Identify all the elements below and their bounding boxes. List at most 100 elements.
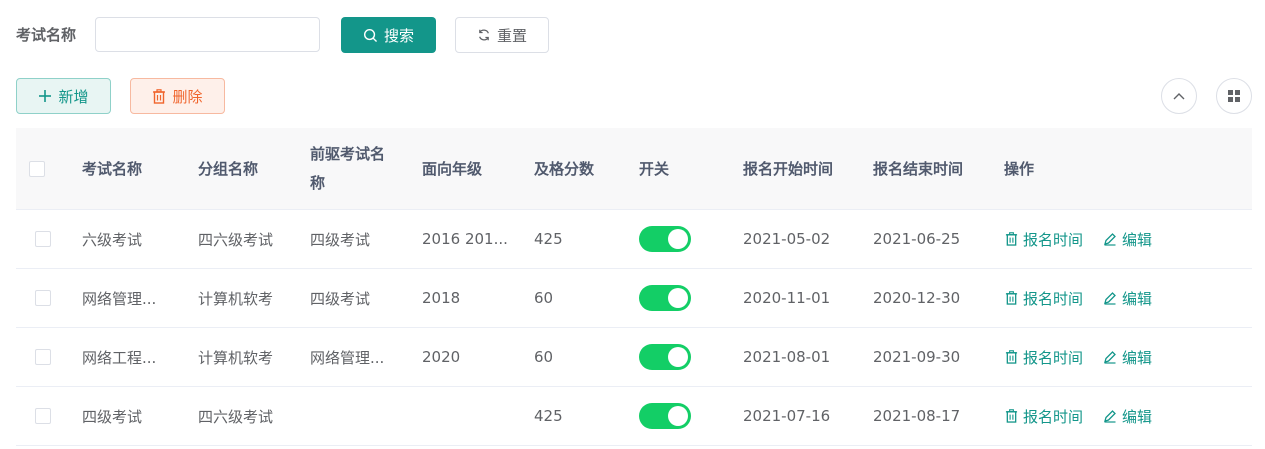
switch-cell: [639, 210, 691, 268]
table-row: 网络工程... 计算机软考 网络管理... 2020 60 2021-08-01 2021-…: [16, 328, 1252, 387]
registration-time-link[interactable]: 报名时间: [1005, 406, 1083, 427]
cell-prev-exam: 网络管理...: [310, 348, 385, 367]
exam-name-search-input[interactable]: [95, 17, 320, 52]
actions-cell: 报名时间 编辑: [1005, 269, 1152, 327]
enable-switch[interactable]: [639, 344, 691, 370]
pencil-icon: [1103, 291, 1117, 305]
header-pass-score[interactable]: 及格分数: [534, 128, 594, 209]
cell-grade: 2018: [422, 289, 461, 307]
pencil-icon: [1103, 232, 1117, 246]
cell-prev-exam: 四级考试: [310, 289, 371, 308]
registration-time-label: 报名时间: [1023, 230, 1084, 249]
column-settings-button[interactable]: [1216, 78, 1252, 114]
cell-exam-name: 四级考试: [82, 407, 143, 426]
collapse-search-button[interactable]: [1161, 78, 1197, 114]
cell-grade: 2020: [422, 348, 461, 366]
registration-time-link[interactable]: 报名时间: [1005, 229, 1083, 250]
search-icon: [363, 28, 378, 43]
header-prev-exam[interactable]: 前驱考试名称: [310, 140, 398, 198]
search-label: 考试名称: [16, 26, 77, 44]
cell-start-time: 2021-08-01: [743, 348, 831, 366]
table-row: 四级考试 四六级考试 425 2021-07-16 2021-08-17 报名时间 编辑: [16, 387, 1252, 446]
cell-start-time: 2021-05-02: [743, 230, 831, 248]
table-row: 六级考试 四六级考试 四级考试 2016 201... 425 2021-05-02 202…: [16, 210, 1252, 269]
cell-pass-score: 60: [534, 289, 554, 307]
cell-pass-score: 60: [534, 348, 554, 366]
cell-exam-name: 网络管理...: [82, 289, 157, 308]
search-button-label: 搜索: [383, 26, 414, 45]
cell-group-name: 计算机软考: [198, 289, 274, 308]
edit-link[interactable]: 编辑: [1103, 229, 1152, 250]
chevron-up-icon: [1173, 92, 1185, 100]
header-end-time[interactable]: 报名结束时间: [873, 128, 963, 209]
cell-group-name: 四六级考试: [198, 230, 274, 249]
row-checkbox[interactable]: [35, 408, 51, 424]
registration-time-link[interactable]: 报名时间: [1005, 347, 1083, 368]
header-actions: 操作: [1004, 160, 1035, 178]
row-select-cell: [35, 210, 51, 268]
header-start-time[interactable]: 报名开始时间: [743, 128, 833, 209]
cell-end-time: 2021-09-30: [873, 348, 961, 366]
edit-link[interactable]: 编辑: [1103, 288, 1152, 309]
refresh-icon: [477, 28, 491, 42]
pencil-icon: [1103, 350, 1117, 364]
cell-group-name: 计算机软考: [198, 348, 274, 367]
switch-cell: [639, 269, 691, 327]
cell-start-time: 2020-11-01: [743, 289, 831, 307]
registration-time-label: 报名时间: [1023, 289, 1084, 308]
trash-icon: [1005, 232, 1018, 246]
add-button[interactable]: 新增: [16, 78, 111, 114]
table-body: 六级考试 四六级考试 四级考试 2016 201... 425 2021-05-02 202…: [16, 210, 1252, 446]
registration-time-label: 报名时间: [1023, 348, 1084, 367]
cell-group-name: 四六级考试: [198, 407, 274, 426]
registration-time-label: 报名时间: [1023, 407, 1084, 426]
registration-time-link[interactable]: 报名时间: [1005, 288, 1083, 309]
row-select-cell: [35, 269, 51, 327]
edit-label: 编辑: [1122, 230, 1153, 249]
row-checkbox[interactable]: [35, 349, 51, 365]
actions-cell: 报名时间 编辑: [1005, 387, 1152, 445]
header-exam-name[interactable]: 考试名称: [82, 128, 142, 209]
table-header: 考试名称 分组名称 前驱考试名称 面向年级 及格分数 开关 报名开始时间 报名结…: [16, 128, 1252, 210]
trash-icon: [1005, 409, 1018, 423]
header-group-name[interactable]: 分组名称: [198, 128, 258, 209]
trash-icon: [152, 88, 166, 104]
row-checkbox[interactable]: [35, 290, 51, 306]
plus-icon: [38, 89, 52, 103]
row-checkbox[interactable]: [35, 231, 51, 247]
delete-button[interactable]: 删除: [130, 78, 225, 114]
edit-label: 编辑: [1122, 289, 1153, 308]
enable-switch[interactable]: [639, 226, 691, 252]
switch-cell: [639, 387, 691, 445]
header-grade[interactable]: 面向年级: [422, 128, 482, 209]
edit-label: 编辑: [1122, 407, 1153, 426]
cell-pass-score: 425: [534, 407, 563, 425]
cell-end-time: 2021-08-17: [873, 407, 961, 425]
select-all-cell: [29, 128, 45, 209]
cell-grade: 2016 201...: [422, 230, 508, 248]
enable-switch[interactable]: [639, 403, 691, 429]
actions-cell: 报名时间 编辑: [1005, 210, 1152, 268]
cell-prev-exam: 四级考试: [310, 230, 371, 249]
header-prev-exam-cell: 前驱考试名称: [310, 128, 398, 209]
edit-link[interactable]: 编辑: [1103, 406, 1152, 427]
cell-end-time: 2020-12-30: [873, 289, 961, 307]
reset-button[interactable]: 重置: [455, 17, 549, 53]
trash-icon: [1005, 291, 1018, 305]
grid-icon: [1228, 90, 1240, 102]
add-button-label: 新增: [58, 87, 89, 106]
cell-pass-score: 425: [534, 230, 563, 248]
cell-exam-name: 六级考试: [82, 230, 143, 249]
edit-link[interactable]: 编辑: [1103, 347, 1152, 368]
cell-start-time: 2021-07-16: [743, 407, 831, 425]
search-button[interactable]: 搜索: [341, 17, 436, 53]
select-all-checkbox[interactable]: [29, 160, 45, 177]
actions-cell: 报名时间 编辑: [1005, 328, 1152, 386]
edit-label: 编辑: [1122, 348, 1153, 367]
exam-table: 考试名称 分组名称 前驱考试名称 面向年级 及格分数 开关 报名开始时间 报名结…: [16, 128, 1252, 446]
delete-button-label: 删除: [172, 87, 203, 106]
enable-switch[interactable]: [639, 285, 691, 311]
header-switch[interactable]: 开关: [639, 128, 669, 209]
row-select-cell: [35, 328, 51, 386]
row-select-cell: [35, 387, 51, 445]
